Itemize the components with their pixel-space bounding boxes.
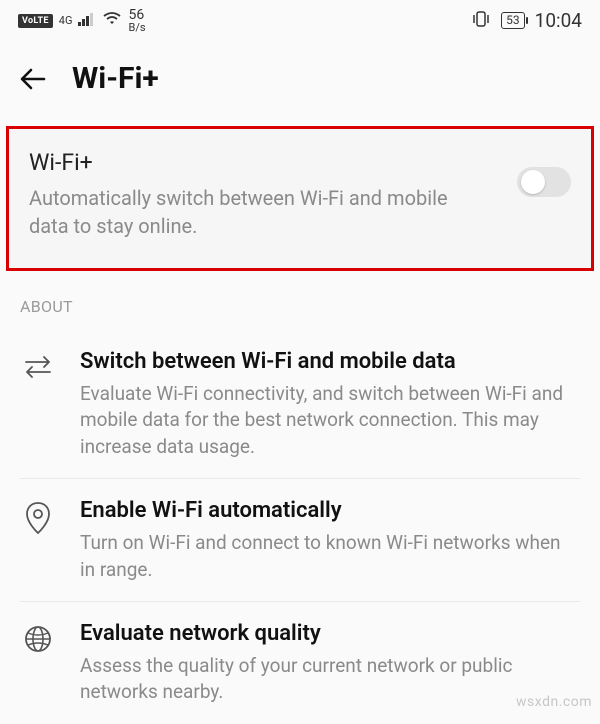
status-bar: VoLTE 4G 56 B/s 53 10:04 xyxy=(0,0,600,39)
item-body: Evaluate network quality Assess the qual… xyxy=(80,620,580,706)
item-desc: Turn on Wi-Fi and connect to known Wi-Fi… xyxy=(80,530,580,583)
back-button[interactable] xyxy=(18,64,48,94)
about-item-enable[interactable]: Enable Wi-Fi automatically Turn on Wi-Fi… xyxy=(20,478,580,601)
card-text: Wi-Fi+ Automatically switch between Wi-F… xyxy=(29,149,501,240)
section-label-about: ABOUT xyxy=(0,271,600,330)
vibrate-icon xyxy=(471,11,491,31)
globe-icon xyxy=(20,624,56,654)
item-body: Enable Wi-Fi automatically Turn on Wi-Fi… xyxy=(80,497,580,583)
about-item-switch[interactable]: Switch between Wi-Fi and mobile data Eva… xyxy=(20,330,580,478)
page-title: Wi-Fi+ xyxy=(72,61,159,96)
wifi-plus-toggle[interactable] xyxy=(517,167,571,197)
toggle-knob xyxy=(521,170,545,194)
clock: 10:04 xyxy=(535,9,582,32)
wifi-plus-toggle-card: Wi-Fi+ Automatically switch between Wi-F… xyxy=(6,126,594,271)
location-icon xyxy=(20,501,56,535)
item-title: Enable Wi-Fi automatically xyxy=(80,497,580,526)
card-desc: Automatically switch between Wi-Fi and m… xyxy=(29,184,449,240)
about-list: Switch between Wi-Fi and mobile data Eva… xyxy=(0,330,600,724)
item-desc: Assess the quality of your current netwo… xyxy=(80,653,580,706)
item-body: Switch between Wi-Fi and mobile data Eva… xyxy=(80,348,580,460)
signal-icon xyxy=(78,12,96,30)
swap-icon xyxy=(20,352,56,380)
item-title: Evaluate network quality xyxy=(80,620,580,649)
speed-unit: B/s xyxy=(128,22,145,33)
item-title: Switch between Wi-Fi and mobile data xyxy=(80,348,580,377)
back-arrow-icon xyxy=(18,64,48,94)
item-desc: Evaluate Wi-Fi connectivity, and switch … xyxy=(80,381,580,461)
wifi-icon xyxy=(102,11,122,30)
status-right: 53 10:04 xyxy=(471,9,582,32)
battery-indicator: 53 xyxy=(501,12,525,29)
status-left: VoLTE 4G 56 B/s xyxy=(18,8,146,33)
volte-badge: VoLTE xyxy=(18,14,53,28)
card-title: Wi-Fi+ xyxy=(29,149,501,176)
watermark: wsxdn.com xyxy=(516,694,592,710)
net-speed: 56 B/s xyxy=(128,8,145,33)
header: Wi-Fi+ xyxy=(0,39,600,126)
about-item-evaluate[interactable]: Evaluate network quality Assess the qual… xyxy=(20,601,580,724)
net-4g-label: 4G xyxy=(59,15,73,26)
